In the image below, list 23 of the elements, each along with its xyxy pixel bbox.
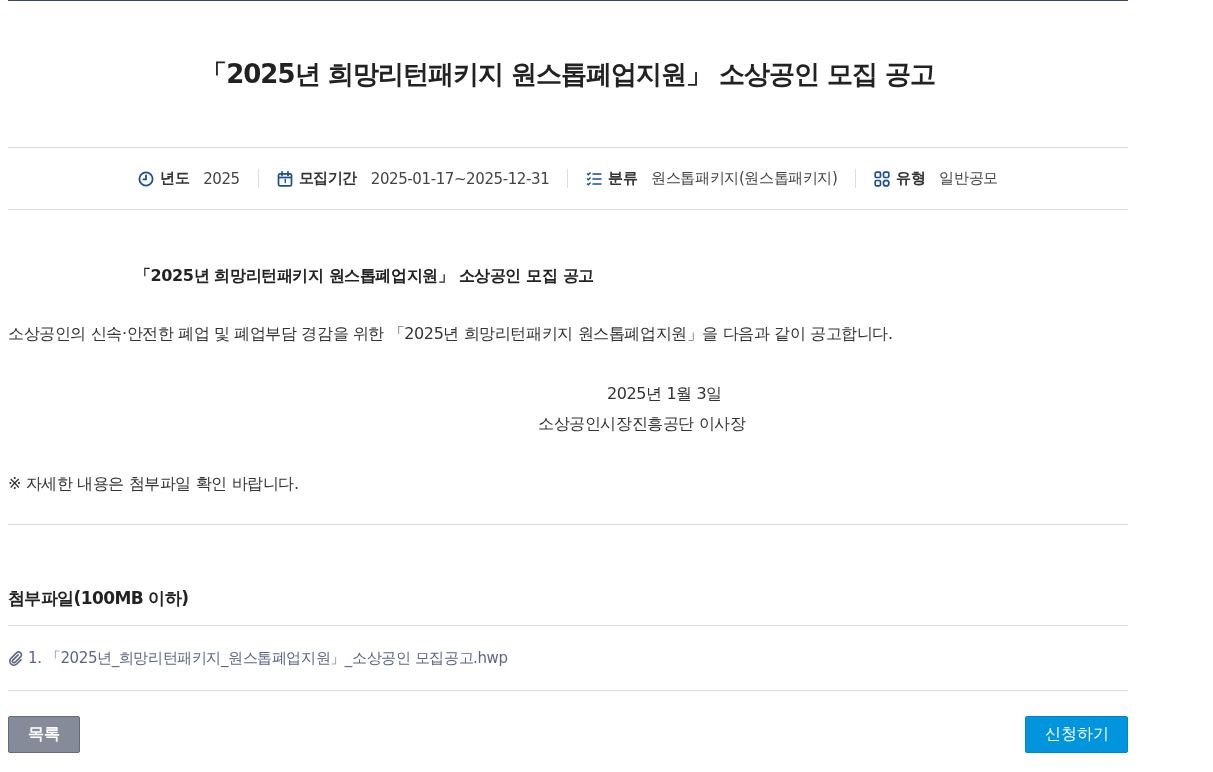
info-label: 년도 <box>160 169 190 188</box>
notice-date: 2025년 1월 3일 <box>606 383 723 405</box>
info-value: 일반공모 <box>939 169 998 188</box>
notice-note: ※ 자세한 내용은 첨부파일 확인 바랍니다. <box>8 473 300 495</box>
grid-icon <box>874 170 891 187</box>
checklist-icon <box>586 170 603 187</box>
attachments-heading: 첨부파일(100MB 이하) <box>8 588 189 608</box>
info-value: 2025 <box>203 169 240 188</box>
page-title: 「2025년 희망리턴패키지 원스톱폐업지원」 소상공인 모집 공고 <box>200 58 936 91</box>
clock-icon <box>138 170 155 187</box>
notice-paragraph: 소상공인의 신속·안전한 폐업 및 폐업부담 경감을 위한 「2025년 희망리턴패키지 원스톱폐업지원」을 다음과 같이 공고합니다. <box>8 323 894 345</box>
info-value: 2025-01-17~2025-12-31 <box>370 169 550 188</box>
info-value: 원스톱패키지(원스톱패키지) <box>651 169 838 188</box>
info-label: 분류 <box>608 169 638 188</box>
info-label: 유형 <box>896 169 926 188</box>
apply-button[interactable]: 신청하기 <box>1025 716 1128 753</box>
info-label: 모집기간 <box>298 169 357 188</box>
paperclip-icon <box>8 650 23 666</box>
notice-heading: 「2025년 희망리턴패키지 원스톱폐업지원」 소상공인 모집 공고 <box>134 265 595 287</box>
attachment-link[interactable]: 1. 「2025년_희망리턴패키지_원스톱폐업지원」_소상공인 모집공고.hwp <box>28 646 508 670</box>
notice-issuer: 소상공인시장진흥공단 이사장 <box>537 413 747 435</box>
list-button[interactable]: 목록 <box>8 716 80 753</box>
calendar-icon <box>276 170 293 187</box>
